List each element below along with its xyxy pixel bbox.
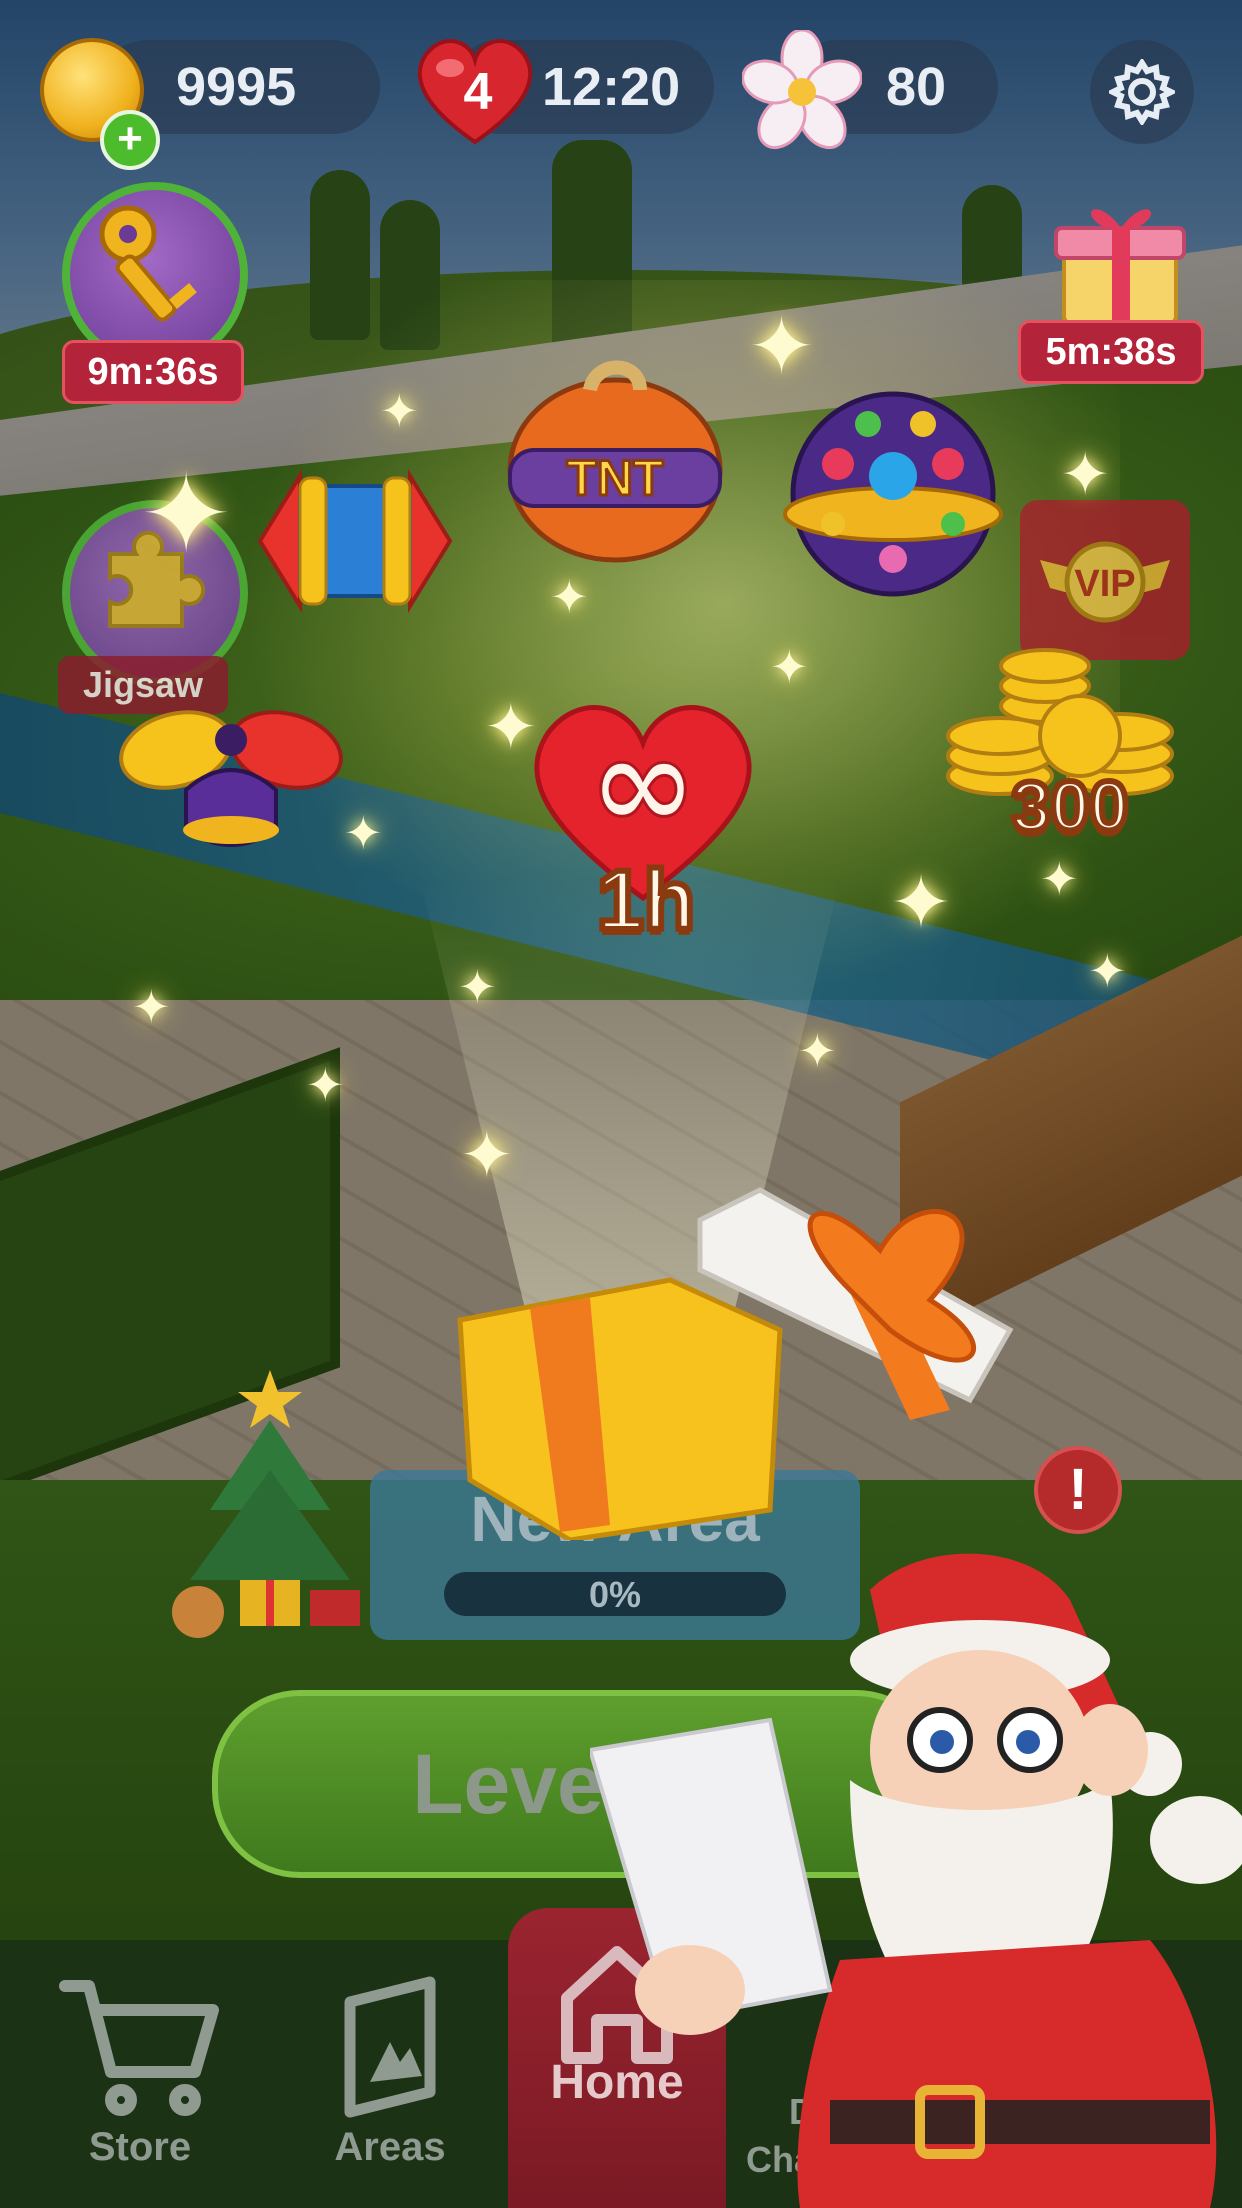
sparkle: ✦	[344, 807, 383, 859]
flower-icon	[742, 30, 862, 150]
sparkle: ✦	[890, 861, 953, 944]
coins-value: 9995	[176, 57, 297, 117]
cart-icon	[59, 1980, 219, 2116]
infinity-symbol: ∞	[589, 707, 697, 859]
infinite-lives-duration: 1h	[594, 850, 698, 950]
settings-button[interactable]	[1090, 40, 1194, 144]
tab-store[interactable]: Store	[40, 1940, 240, 2208]
flowers-value: 80	[886, 57, 947, 117]
key-event-timer: 9m:36s	[62, 340, 244, 404]
tab-label-store: Store	[88, 2125, 192, 2169]
sparkle: ✦	[306, 1059, 345, 1111]
open-gift-box	[457, 1187, 1014, 1540]
gift-event-timer: 5m:38s	[1018, 320, 1204, 384]
key-icon	[99, 205, 197, 322]
sparkle: ✦	[1060, 441, 1111, 508]
sparkle: ✦	[380, 385, 419, 437]
areas-icon	[344, 1976, 436, 2118]
gift-event-icon[interactable]	[1046, 184, 1196, 334]
sparkle: ✦	[140, 453, 233, 576]
sparkle: ✦	[1088, 945, 1127, 997]
tab-label-areas: Areas	[334, 2125, 446, 2169]
lives-timer: 12:20	[542, 57, 681, 117]
gear-icon	[1109, 59, 1175, 125]
sparkle: ✦	[132, 981, 171, 1033]
lives-count: 4	[463, 63, 493, 121]
sparkle: ✦	[1040, 853, 1079, 905]
disco-ball-icon	[783, 391, 1003, 597]
vip-text: VIP	[1074, 563, 1135, 605]
propeller-booster-icon	[119, 710, 343, 847]
rocket-booster-icon	[257, 468, 453, 614]
tnt-bomb-icon: TNT	[507, 360, 723, 563]
sparkle: ✦	[798, 1025, 837, 1077]
sparkle: ✦	[484, 691, 538, 763]
tab-areas[interactable]: Areas	[300, 1940, 480, 2208]
sparkle: ✦	[770, 641, 809, 693]
sparkle: ✦	[550, 571, 589, 623]
sparkle: ✦	[458, 961, 497, 1013]
coin-amount: 300	[1009, 764, 1132, 848]
sparkle: ✦	[748, 302, 816, 391]
tnt-text: TNT	[566, 450, 663, 506]
santa-character	[590, 1553, 1242, 2208]
add-coins-button[interactable]: +	[100, 110, 160, 170]
